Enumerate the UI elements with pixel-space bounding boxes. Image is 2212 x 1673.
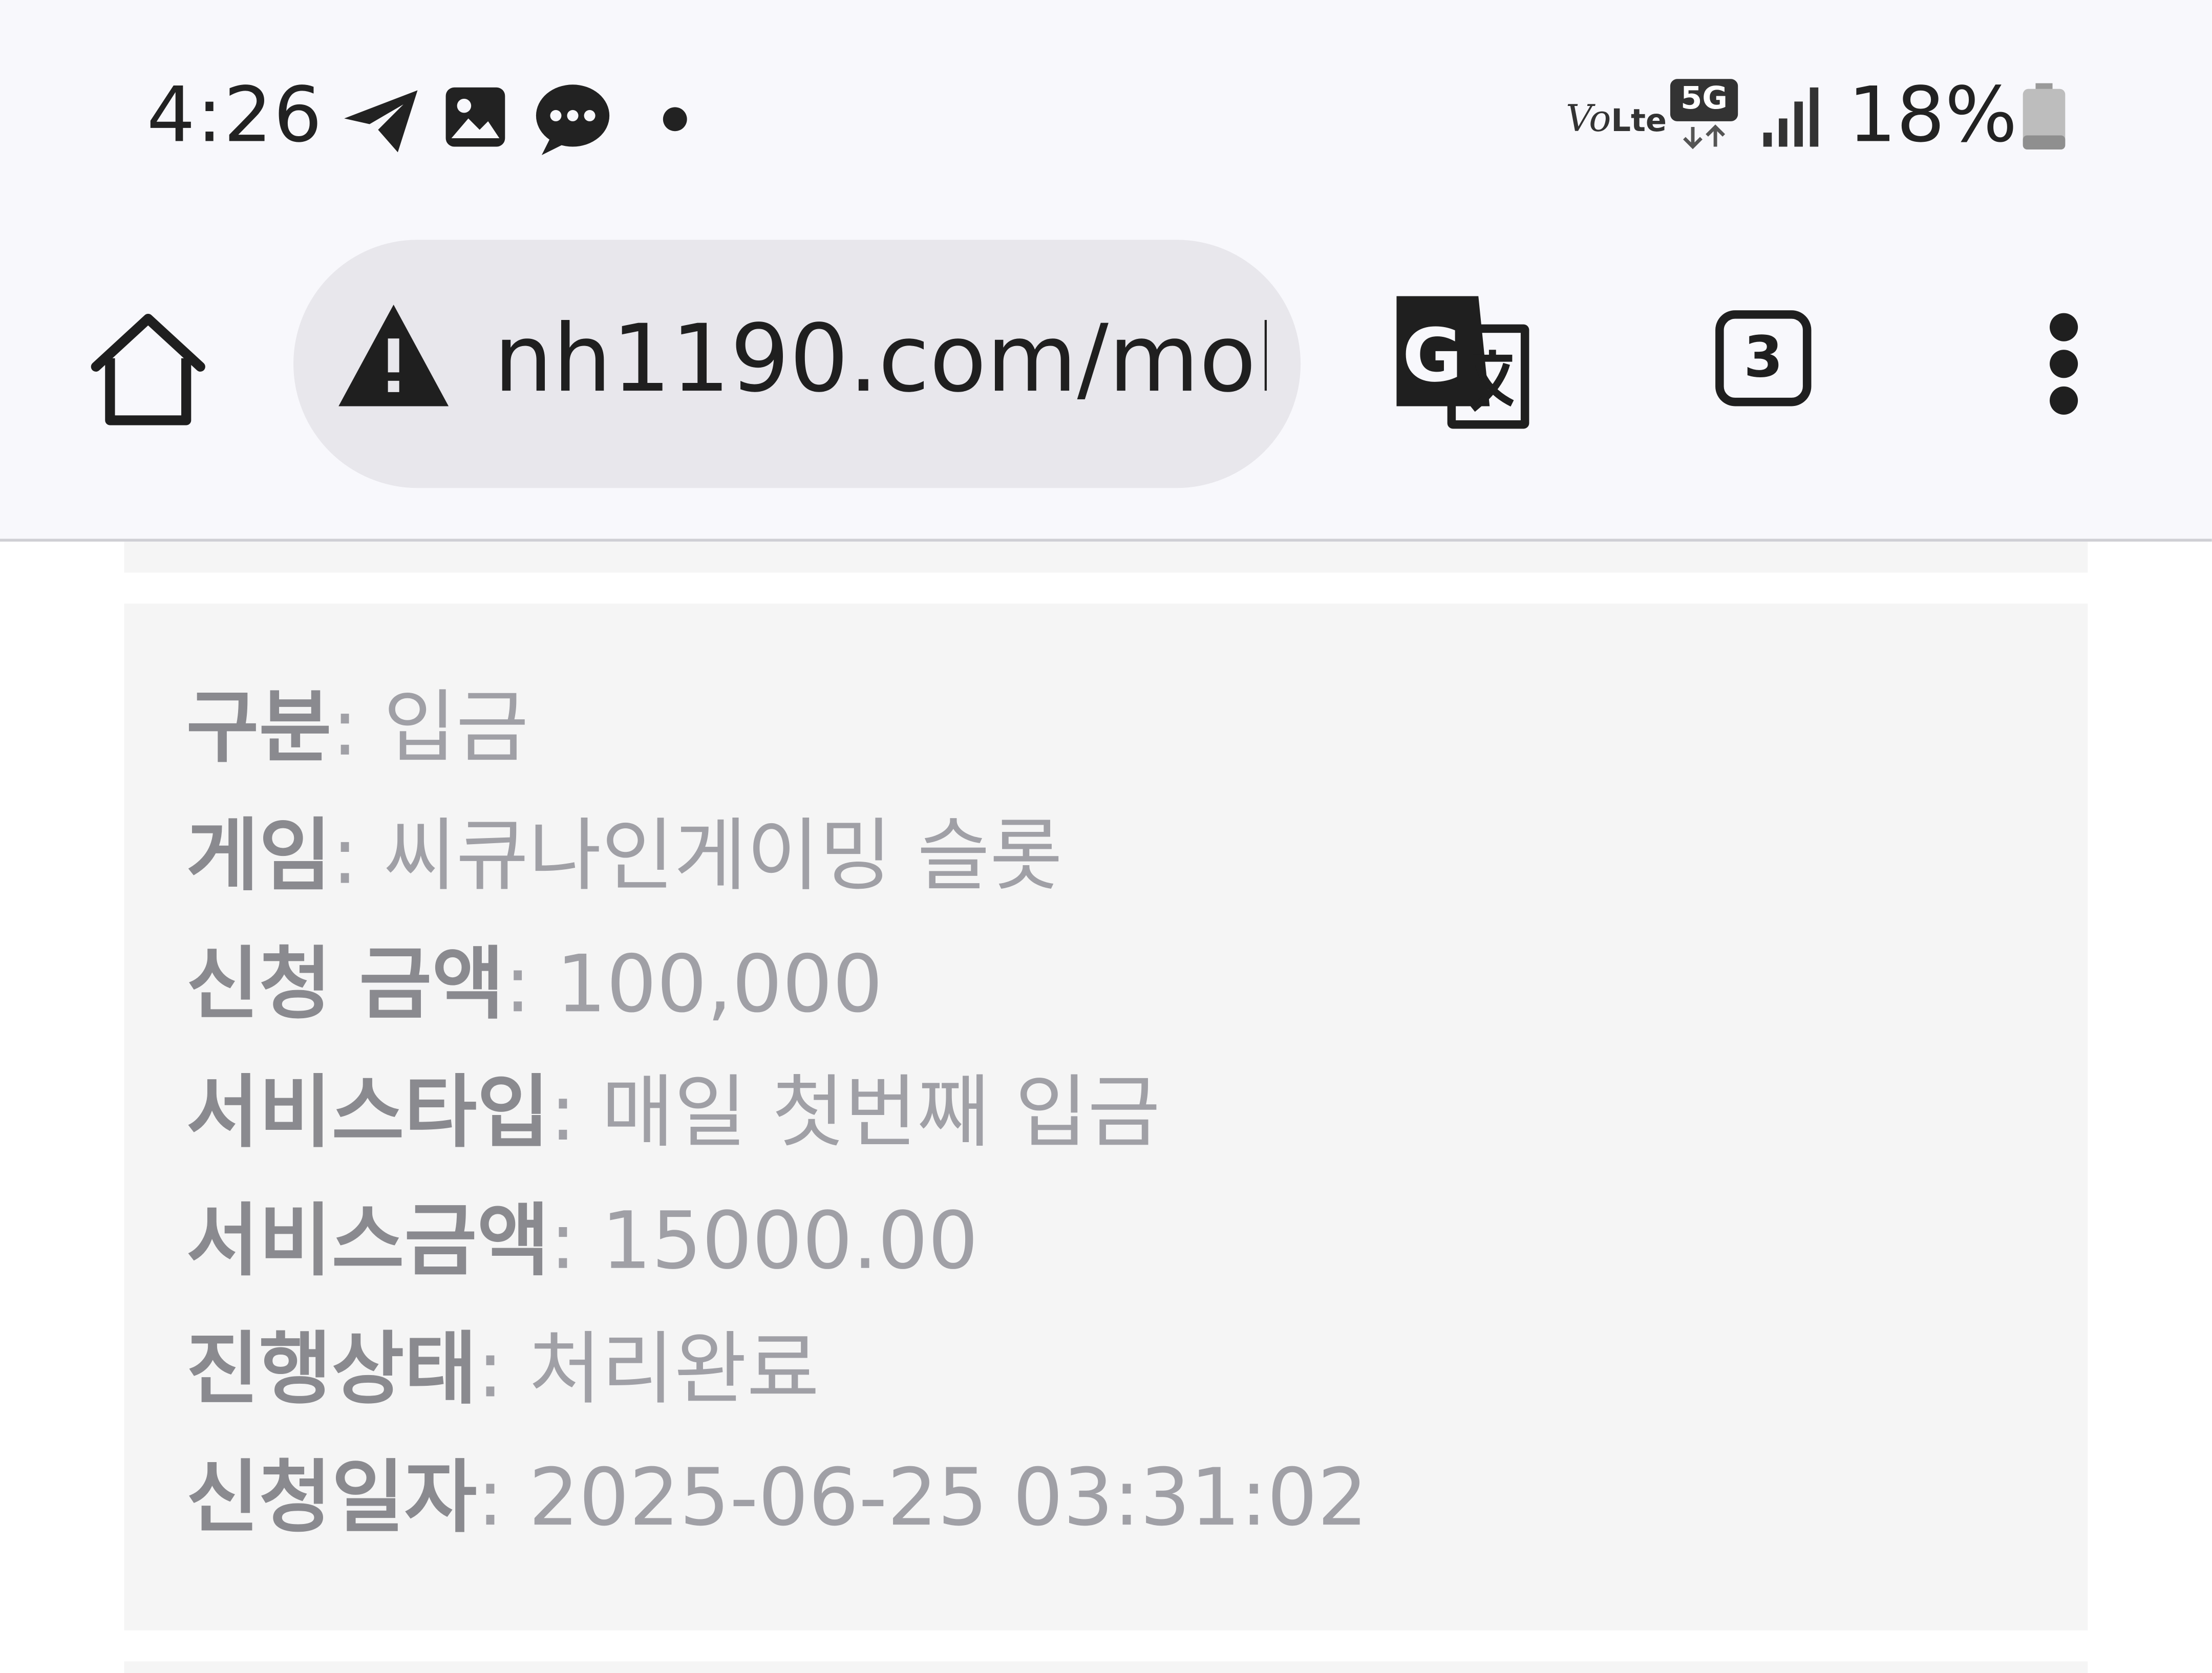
detail-separator: : xyxy=(504,939,557,1031)
detail-row-service-amount: 서비스금액: 15000.00 xyxy=(186,1193,979,1292)
detail-separator: : xyxy=(331,811,384,903)
detail-row-status: 진행상태: 처리완료 xyxy=(186,1321,820,1420)
detail-row-type: 구분: 입금 xyxy=(186,680,529,779)
detail-separator: : xyxy=(477,1452,529,1545)
clock: 4:26 xyxy=(146,70,324,160)
more-menu-icon[interactable] xyxy=(2031,308,2096,420)
notification-dot-icon xyxy=(663,107,687,132)
gallery-icon xyxy=(445,87,505,147)
browser-toolbar: nh1190.com/mobi G 3 xyxy=(0,211,2212,542)
next-record-card xyxy=(124,1661,2088,1673)
detail-value: 15000.00 xyxy=(601,1196,979,1288)
address-bar[interactable]: nh1190.com/mobi xyxy=(293,240,1301,488)
signal-icon xyxy=(1763,87,1819,147)
detail-separator: : xyxy=(549,1067,602,1160)
previous-record-card xyxy=(124,541,2088,573)
detail-label: 신청일자 xyxy=(186,1452,477,1545)
status-bar: 4:26 VoLte 5G 18% xyxy=(0,0,2212,212)
detail-label: 서비스타입 xyxy=(186,1067,550,1160)
url-text[interactable]: nh1190.com/mobi xyxy=(494,302,1267,418)
detail-row-service-type: 서비스타입: 매일 첫번째 입금 xyxy=(186,1065,1160,1164)
detail-label: 진행상태 xyxy=(186,1324,477,1417)
network-5g-badge: 5G xyxy=(1670,79,1738,121)
detail-label: 게임 xyxy=(186,811,332,903)
tab-switcher-button[interactable]: 3 xyxy=(1715,310,1812,406)
data-arrows-icon xyxy=(1683,124,1726,149)
detail-label: 신청 금액 xyxy=(186,939,505,1031)
detail-row-game: 게임: 씨큐나인게이밍 슬롯 xyxy=(186,808,1062,907)
screen: 4:26 VoLte 5G 18% nh1190.com/mobi G 3 구분… xyxy=(0,0,2212,1673)
google-translate-icon[interactable]: G xyxy=(1391,293,1532,435)
not-secure-warning-icon[interactable] xyxy=(336,302,452,409)
volte-indicator: VoLte xyxy=(1566,98,1667,141)
detail-value: 처리완료 xyxy=(528,1324,820,1417)
detail-value: 매일 첫번째 입금 xyxy=(601,1067,1161,1160)
detail-row-amount: 신청 금액: 100,000 xyxy=(186,936,883,1035)
detail-row-request-date: 신청일자: 2025-06-25 03:31:02 xyxy=(186,1450,1368,1549)
message-icon xyxy=(536,84,610,156)
detail-separator: : xyxy=(331,682,384,775)
detail-value: 씨큐나인게이밍 슬롯 xyxy=(383,811,1063,903)
detail-separator: : xyxy=(549,1196,602,1288)
transaction-detail-card: 구분: 입금 게임: 씨큐나인게이밍 슬롯 신청 금액: 100,000 서비스… xyxy=(124,604,2088,1631)
home-icon[interactable] xyxy=(84,305,211,432)
detail-value: 2025-06-25 03:31:02 xyxy=(528,1452,1368,1545)
svg-text:G: G xyxy=(1402,313,1462,398)
detail-value: 100,000 xyxy=(556,939,883,1031)
battery-percentage: 18% xyxy=(1848,70,2017,160)
battery-icon xyxy=(2023,83,2066,150)
telegram-icon xyxy=(344,90,418,153)
detail-separator: : xyxy=(477,1324,529,1417)
detail-label: 구분 xyxy=(186,682,332,775)
detail-label: 서비스금액 xyxy=(186,1196,550,1288)
detail-value: 입금 xyxy=(383,682,529,775)
